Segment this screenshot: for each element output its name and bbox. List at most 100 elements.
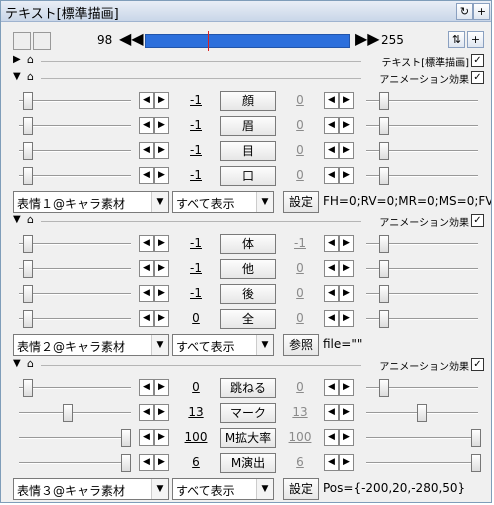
link-icon[interactable]: ⇅	[448, 31, 465, 48]
character-select[interactable]: 表情２@キャラ素材 ▼	[13, 334, 169, 356]
end-value[interactable]: 0	[280, 286, 320, 300]
param-label-button[interactable]: M演出	[220, 453, 276, 473]
param-label-button[interactable]: 跳ねる	[220, 378, 276, 398]
end-increment-icon[interactable]: ▶	[339, 142, 354, 159]
text-layer-checkbox[interactable]: ✓	[471, 54, 484, 67]
left-slider-track[interactable]	[19, 387, 131, 389]
group-checkbox[interactable]: ✓	[471, 358, 484, 371]
increment-icon[interactable]: ▶	[154, 92, 169, 109]
chevron-down-icon[interactable]: ▼	[256, 192, 273, 212]
decrement-icon[interactable]: ◀	[139, 167, 154, 184]
increment-icon[interactable]: ▶	[154, 142, 169, 159]
param-label-button[interactable]: 全	[220, 309, 276, 329]
display-select[interactable]: すべて表示 ▼	[172, 478, 274, 500]
param-value[interactable]: -1	[176, 236, 216, 250]
right-slider-thumb[interactable]	[379, 92, 389, 110]
group-action-button[interactable]: 参照	[283, 334, 319, 356]
end-value[interactable]: 0	[280, 143, 320, 157]
plus-icon[interactable]: +	[467, 31, 484, 48]
end-increment-icon[interactable]: ▶	[339, 379, 354, 396]
forward-icon[interactable]: ▶▶	[355, 29, 380, 48]
left-slider-thumb[interactable]	[23, 92, 33, 110]
increment-icon[interactable]: ▶	[154, 285, 169, 302]
left-slider-track[interactable]	[19, 175, 131, 177]
param-value[interactable]: -1	[176, 261, 216, 275]
left-slider-track[interactable]	[19, 462, 131, 464]
collapse-arrow-icon[interactable]: ▼	[13, 358, 21, 369]
param-value[interactable]: -1	[176, 168, 216, 182]
end-decrement-icon[interactable]: ◀	[324, 92, 339, 109]
left-slider-thumb[interactable]	[23, 285, 33, 303]
increment-icon[interactable]: ▶	[154, 310, 169, 327]
left-slider-thumb[interactable]	[23, 310, 33, 328]
param-label-button[interactable]: 後	[220, 284, 276, 304]
end-decrement-icon[interactable]: ◀	[324, 167, 339, 184]
end-decrement-icon[interactable]: ◀	[324, 454, 339, 471]
increment-icon[interactable]: ▶	[154, 379, 169, 396]
right-slider-thumb[interactable]	[379, 310, 389, 328]
left-slider-track[interactable]	[19, 437, 131, 439]
left-slider-thumb[interactable]	[23, 167, 33, 185]
end-decrement-icon[interactable]: ◀	[324, 117, 339, 134]
end-decrement-icon[interactable]: ◀	[324, 285, 339, 302]
right-slider-thumb[interactable]	[379, 285, 389, 303]
decrement-icon[interactable]: ◀	[139, 429, 154, 446]
decrement-icon[interactable]: ◀	[139, 285, 154, 302]
end-value[interactable]: 0	[280, 311, 320, 325]
collapse-arrow-icon[interactable]: ▼	[13, 214, 21, 225]
chevron-down-icon[interactable]: ▼	[256, 335, 273, 355]
left-slider-track[interactable]	[19, 268, 131, 270]
increment-icon[interactable]: ▶	[154, 429, 169, 446]
end-decrement-icon[interactable]: ◀	[324, 404, 339, 421]
end-value[interactable]: 0	[280, 93, 320, 107]
param-label-button[interactable]: 口	[220, 166, 276, 186]
group-action-button[interactable]: 設定	[283, 191, 319, 213]
param-value[interactable]: -1	[176, 93, 216, 107]
left-slider-track[interactable]	[19, 293, 131, 295]
right-slider-thumb[interactable]	[379, 142, 389, 160]
param-value[interactable]: 6	[176, 455, 216, 469]
rewind-icon[interactable]: ◀◀	[119, 29, 144, 48]
right-slider-thumb[interactable]	[379, 260, 389, 278]
group-checkbox[interactable]: ✓	[471, 71, 484, 84]
param-value[interactable]: -1	[176, 143, 216, 157]
decrement-icon[interactable]: ◀	[139, 310, 154, 327]
increment-icon[interactable]: ▶	[154, 404, 169, 421]
left-slider-track[interactable]	[19, 150, 131, 152]
end-decrement-icon[interactable]: ◀	[324, 310, 339, 327]
param-value[interactable]: 100	[176, 430, 216, 444]
end-increment-icon[interactable]: ▶	[339, 429, 354, 446]
decrement-icon[interactable]: ◀	[139, 404, 154, 421]
collapse-arrow-icon[interactable]: ▼	[13, 71, 21, 82]
left-slider-track[interactable]	[19, 412, 131, 414]
right-slider-thumb[interactable]	[417, 404, 427, 422]
right-slider-thumb[interactable]	[379, 117, 389, 135]
left-slider-track[interactable]	[19, 125, 131, 127]
end-increment-icon[interactable]: ▶	[339, 260, 354, 277]
end-value[interactable]: 0	[280, 168, 320, 182]
decrement-icon[interactable]: ◀	[139, 92, 154, 109]
group-action-button[interactable]: 設定	[283, 478, 319, 500]
expand-arrow-icon[interactable]: ▶	[13, 54, 21, 65]
character-select[interactable]: 表情１@キャラ素材 ▼	[13, 191, 169, 213]
increment-icon[interactable]: ▶	[154, 235, 169, 252]
end-increment-icon[interactable]: ▶	[339, 235, 354, 252]
display-select[interactable]: すべて表示 ▼	[172, 191, 274, 213]
end-increment-icon[interactable]: ▶	[339, 310, 354, 327]
param-value[interactable]: 0	[176, 380, 216, 394]
decrement-icon[interactable]: ◀	[139, 260, 154, 277]
left-slider-thumb[interactable]	[121, 454, 131, 472]
param-label-button[interactable]: M拡大率	[220, 428, 276, 448]
end-value[interactable]: 6	[280, 455, 320, 469]
right-slider-thumb[interactable]	[471, 454, 481, 472]
right-slider-thumb[interactable]	[379, 379, 389, 397]
param-label-button[interactable]: マーク	[220, 403, 276, 423]
chevron-down-icon[interactable]: ▼	[151, 335, 168, 355]
end-increment-icon[interactable]: ▶	[339, 285, 354, 302]
param-value[interactable]: -1	[176, 286, 216, 300]
end-increment-icon[interactable]: ▶	[339, 117, 354, 134]
group-checkbox[interactable]: ✓	[471, 214, 484, 227]
left-slider-track[interactable]	[19, 243, 131, 245]
add-icon[interactable]: +	[473, 3, 490, 20]
left-slider-thumb[interactable]	[63, 404, 73, 422]
